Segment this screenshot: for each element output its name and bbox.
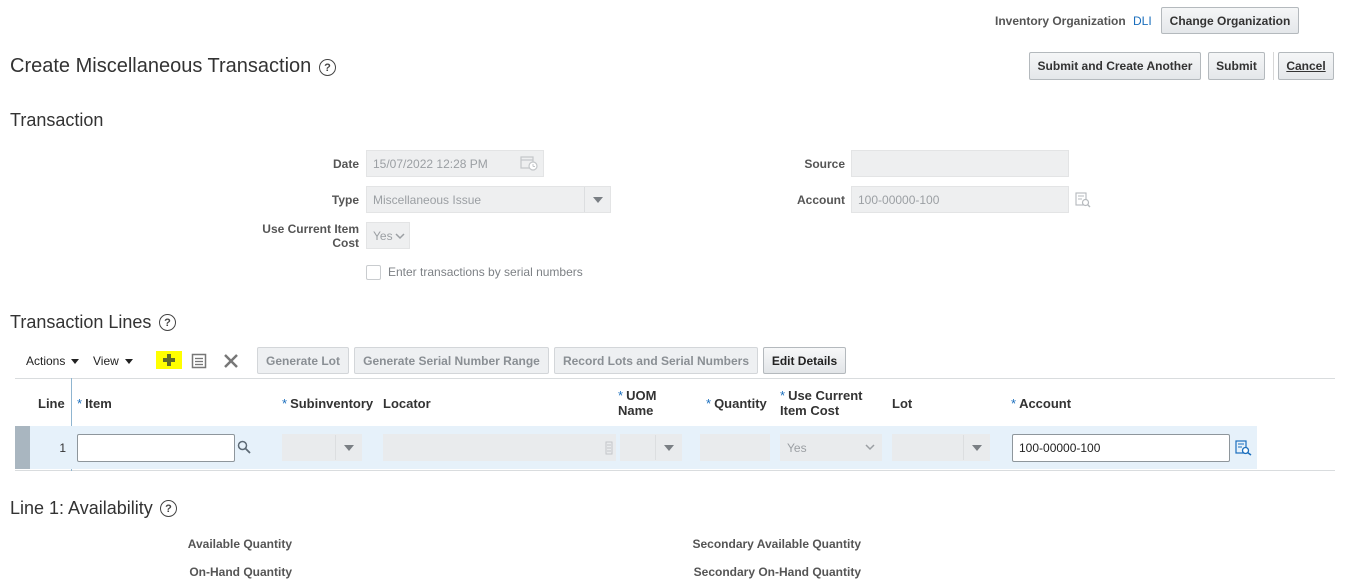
account-input[interactable]: 100-00000-100 bbox=[1012, 434, 1230, 462]
column-header-item[interactable]: * Item bbox=[77, 396, 112, 411]
search-icon[interactable] bbox=[237, 440, 252, 455]
delete-icon[interactable] bbox=[223, 353, 239, 369]
chevron-down-icon[interactable] bbox=[335, 435, 361, 460]
account-value: 100-00000-100 bbox=[858, 192, 940, 207]
type-select[interactable]: Miscellaneous Issue bbox=[366, 186, 611, 213]
column-header-locator[interactable]: Locator bbox=[383, 396, 431, 411]
help-icon[interactable]: ? bbox=[159, 314, 176, 331]
secondary-onhand-quantity-label: Secondary On-Hand Quantity bbox=[693, 565, 861, 579]
view-menu[interactable]: View bbox=[93, 354, 133, 368]
lot-select[interactable] bbox=[892, 434, 990, 461]
chevron-down-icon[interactable] bbox=[655, 435, 681, 460]
source-field[interactable] bbox=[851, 150, 1069, 177]
available-quantity-label: Available Quantity bbox=[187, 537, 292, 551]
transaction-section-title: Transaction bbox=[10, 110, 104, 130]
date-label: Date bbox=[332, 157, 359, 171]
column-header-account[interactable]: * Account bbox=[1011, 396, 1071, 411]
subinventory-select[interactable] bbox=[282, 434, 362, 461]
help-icon[interactable]: ? bbox=[160, 500, 177, 517]
change-organization-button[interactable]: Change Organization bbox=[1161, 7, 1299, 34]
date-field[interactable]: 15/07/2022 12:28 PM bbox=[366, 150, 544, 177]
submit-and-create-another-button[interactable]: Submit and Create Another bbox=[1029, 52, 1201, 80]
add-icon[interactable] bbox=[156, 351, 182, 369]
search-icon[interactable] bbox=[1075, 192, 1091, 208]
table-bottom-border bbox=[15, 470, 1335, 471]
row-line-number: 1 bbox=[59, 441, 66, 455]
generate-lot-button[interactable]: Generate Lot bbox=[257, 347, 349, 374]
detach-icon[interactable] bbox=[191, 353, 207, 369]
chevron-down-icon bbox=[124, 358, 133, 364]
help-icon[interactable]: ? bbox=[319, 59, 336, 76]
column-header-uom[interactable]: * UOM Name bbox=[618, 388, 656, 418]
column-header-quantity[interactable]: * Quantity bbox=[706, 396, 767, 411]
use-current-cost-select[interactable]: Yes bbox=[366, 222, 410, 249]
toolbar-divider bbox=[1273, 52, 1274, 80]
table-top-border bbox=[15, 378, 1335, 379]
item-input[interactable] bbox=[77, 434, 235, 462]
locator-field[interactable] bbox=[383, 434, 616, 461]
submit-button[interactable]: Submit bbox=[1208, 52, 1265, 80]
chevron-down-icon bbox=[71, 358, 80, 364]
source-label: Source bbox=[804, 157, 845, 171]
row-selector[interactable] bbox=[15, 426, 30, 469]
column-header-use-current-cost[interactable]: * Use Current Item Cost bbox=[780, 388, 862, 418]
chevron-down-icon bbox=[395, 233, 405, 240]
uom-select[interactable] bbox=[620, 434, 682, 461]
column-header-subinventory[interactable]: * Subinventory bbox=[282, 396, 373, 411]
type-value: Miscellaneous Issue bbox=[373, 192, 482, 207]
type-label: Type bbox=[331, 193, 359, 207]
secondary-available-quantity-label: Secondary Available Quantity bbox=[692, 537, 862, 551]
calendar-icon[interactable] bbox=[520, 155, 538, 171]
chevron-down-icon[interactable] bbox=[584, 187, 610, 212]
edit-details-button[interactable]: Edit Details bbox=[763, 347, 846, 374]
use-current-cost-row-value: Yes bbox=[787, 440, 807, 455]
use-current-cost-label: Use Current Item Cost bbox=[262, 222, 359, 250]
actions-menu[interactable]: Actions bbox=[26, 354, 80, 368]
availability-title: Line 1: Availability bbox=[10, 498, 153, 518]
inventory-org-value[interactable]: DLI bbox=[1133, 14, 1152, 28]
use-current-cost-row-select[interactable]: Yes bbox=[780, 434, 882, 461]
use-current-cost-value: Yes bbox=[373, 228, 393, 243]
date-value: 15/07/2022 12:28 PM bbox=[373, 156, 488, 171]
quantity-input[interactable] bbox=[700, 434, 770, 461]
chevron-down-icon[interactable] bbox=[963, 435, 989, 460]
record-lots-serials-button[interactable]: Record Lots and Serial Numbers bbox=[554, 347, 758, 374]
account-label: Account bbox=[797, 193, 845, 207]
inventory-org-label: Inventory Organization bbox=[995, 14, 1126, 28]
generate-serial-range-button[interactable]: Generate Serial Number Range bbox=[354, 347, 549, 374]
onhand-quantity-label: On-Hand Quantity bbox=[189, 565, 292, 579]
page-title: Create Miscellaneous Transaction bbox=[10, 55, 312, 77]
column-header-line[interactable]: Line bbox=[38, 396, 65, 411]
serial-numbers-checkbox[interactable] bbox=[366, 265, 381, 280]
cancel-button[interactable]: Cancel bbox=[1278, 52, 1334, 80]
serial-numbers-checkbox-label: Enter transactions by serial numbers bbox=[388, 265, 583, 279]
locator-icon[interactable] bbox=[605, 441, 613, 455]
chevron-down-icon bbox=[865, 444, 875, 451]
transaction-lines-title: Transaction Lines bbox=[10, 312, 152, 332]
search-icon[interactable] bbox=[1235, 440, 1252, 456]
column-header-lot[interactable]: Lot bbox=[892, 396, 912, 411]
account-field[interactable]: 100-00000-100 bbox=[851, 186, 1069, 213]
